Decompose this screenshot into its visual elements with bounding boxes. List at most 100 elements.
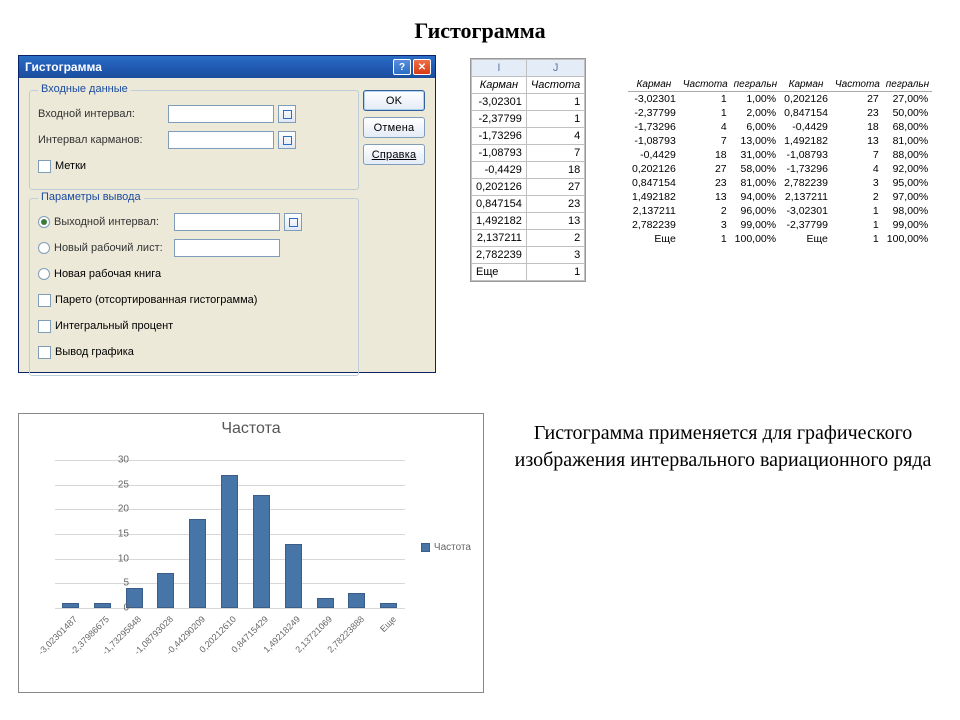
cancel-button[interactable]: Отмена [363, 117, 425, 138]
chart-output-label: Вывод графика [55, 346, 134, 358]
chart-title: Частота [19, 420, 483, 438]
table-cell: Еще [628, 232, 680, 246]
table-cell: 94,00% [731, 190, 780, 204]
bin-interval-label: Интервал карманов: [38, 134, 168, 146]
chart-bar [157, 573, 174, 608]
table-cell: 2 [680, 204, 731, 218]
table-cell: -3,02301 [472, 94, 527, 111]
chart-bar [189, 519, 206, 608]
input-group: Входные данные Входной интервал: Интерва… [29, 90, 359, 190]
table-cell: Еще [780, 232, 832, 246]
y-tick-label: 0 [99, 603, 129, 614]
table-cell: 92,00% [883, 162, 932, 176]
dialog-title: Гистограмма [25, 60, 102, 74]
table-cell: 50,00% [883, 106, 932, 120]
table-cell: -3,02301 [628, 92, 680, 107]
table-cell: 2,00% [731, 106, 780, 120]
table-cell: -1,08793 [780, 148, 832, 162]
chart-output-checkbox[interactable] [38, 346, 51, 359]
table-header: Частота [832, 78, 883, 92]
table-cell: 1,492182 [780, 134, 832, 148]
table-cell: 0,202126 [780, 92, 832, 107]
table-cell: -2,37799 [472, 111, 527, 128]
table-cell: -0,4429 [628, 148, 680, 162]
table-cell: 13 [680, 190, 731, 204]
table-cell: 27,00% [883, 92, 932, 107]
new-sheet-field[interactable] [174, 239, 280, 257]
y-tick-label: 30 [99, 455, 129, 466]
new-sheet-radio[interactable] [38, 242, 50, 254]
description-text: Гистограмма применяется для графического… [508, 420, 938, 474]
y-tick-label: 20 [99, 504, 129, 515]
table-cell: 6,00% [731, 120, 780, 134]
table-cell: 81,00% [731, 176, 780, 190]
chart-bar [348, 593, 365, 608]
table-cell: 2 [832, 190, 883, 204]
labels-checkbox[interactable] [38, 160, 51, 173]
table-cell: 4 [680, 120, 731, 134]
table-cell: 1 [526, 94, 584, 111]
pareto-checkbox[interactable] [38, 294, 51, 307]
new-book-radio[interactable] [38, 268, 50, 280]
y-tick-label: 25 [99, 479, 129, 490]
table-cell: 95,00% [883, 176, 932, 190]
table-cell: 1 [680, 106, 731, 120]
table-cell: -0,4429 [780, 120, 832, 134]
table-cell: 2,137211 [628, 204, 680, 218]
table-cell: 0,202126 [628, 162, 680, 176]
histogram-chart: Частота Частота 051015202530-3,02301487-… [18, 413, 484, 693]
table-cell: 18 [680, 148, 731, 162]
table-cell: 2,782239 [780, 176, 832, 190]
table-cell: 1 [526, 264, 584, 281]
table-header: Карман [628, 78, 680, 92]
table-cell: 1 [680, 232, 731, 246]
output-interval-radio[interactable] [38, 216, 50, 228]
ok-button[interactable]: OK [363, 90, 425, 111]
table-cell: 1 [832, 232, 883, 246]
range-picker-icon[interactable] [278, 131, 296, 149]
chart-bar [221, 475, 238, 608]
table-cell: 13 [526, 213, 584, 230]
table-cell: -1,08793 [628, 134, 680, 148]
table-cell: 0,847154 [472, 196, 527, 213]
table-cell: 0,847154 [628, 176, 680, 190]
output-group: Параметры вывода Выходной интервал: Новы… [29, 198, 359, 376]
table-cell: 1,492182 [472, 213, 527, 230]
table-cell: 0,847154 [780, 106, 832, 120]
table-cell: 68,00% [883, 120, 932, 134]
table-cell: 27 [832, 92, 883, 107]
legend-swatch [421, 543, 430, 552]
input-interval-field[interactable] [168, 105, 274, 123]
table-header: Карман [780, 78, 832, 92]
table-header: Частота [526, 77, 584, 94]
chart-legend: Частота [421, 542, 471, 553]
help-button[interactable]: Справка [363, 144, 425, 165]
chart-bar [380, 603, 397, 608]
table-cell: 1 [526, 111, 584, 128]
labels-checkbox-text: Метки [55, 160, 86, 172]
new-sheet-label: Новый рабочий лист: [54, 242, 174, 254]
table-cell: -0,4429 [472, 162, 527, 179]
table-cell: 2,782239 [628, 218, 680, 232]
table-cell: 97,00% [883, 190, 932, 204]
dialog-titlebar: Гистограмма ? ✕ [19, 56, 435, 78]
bin-interval-field[interactable] [168, 131, 274, 149]
table-cell: 88,00% [883, 148, 932, 162]
table-header: Частота [680, 78, 731, 92]
close-icon[interactable]: ✕ [413, 59, 431, 75]
new-book-label: Новая рабочая книга [54, 268, 161, 280]
output-interval-field[interactable] [174, 213, 280, 231]
integral-checkbox[interactable] [38, 320, 51, 333]
y-tick-label: 15 [99, 529, 129, 540]
histogram-dialog: Гистограмма ? ✕ OK Отмена Справка Входны… [18, 55, 436, 373]
table-cell: 23 [680, 176, 731, 190]
chart-bar [285, 544, 302, 608]
range-picker-icon[interactable] [278, 105, 296, 123]
table-cell: 4 [832, 162, 883, 176]
table-cell: 1,00% [731, 92, 780, 107]
table-cell: 13 [832, 134, 883, 148]
help-icon[interactable]: ? [393, 59, 411, 75]
table-cell: 1 [832, 218, 883, 232]
table-cell: 13,00% [731, 134, 780, 148]
range-picker-icon[interactable] [284, 213, 302, 231]
